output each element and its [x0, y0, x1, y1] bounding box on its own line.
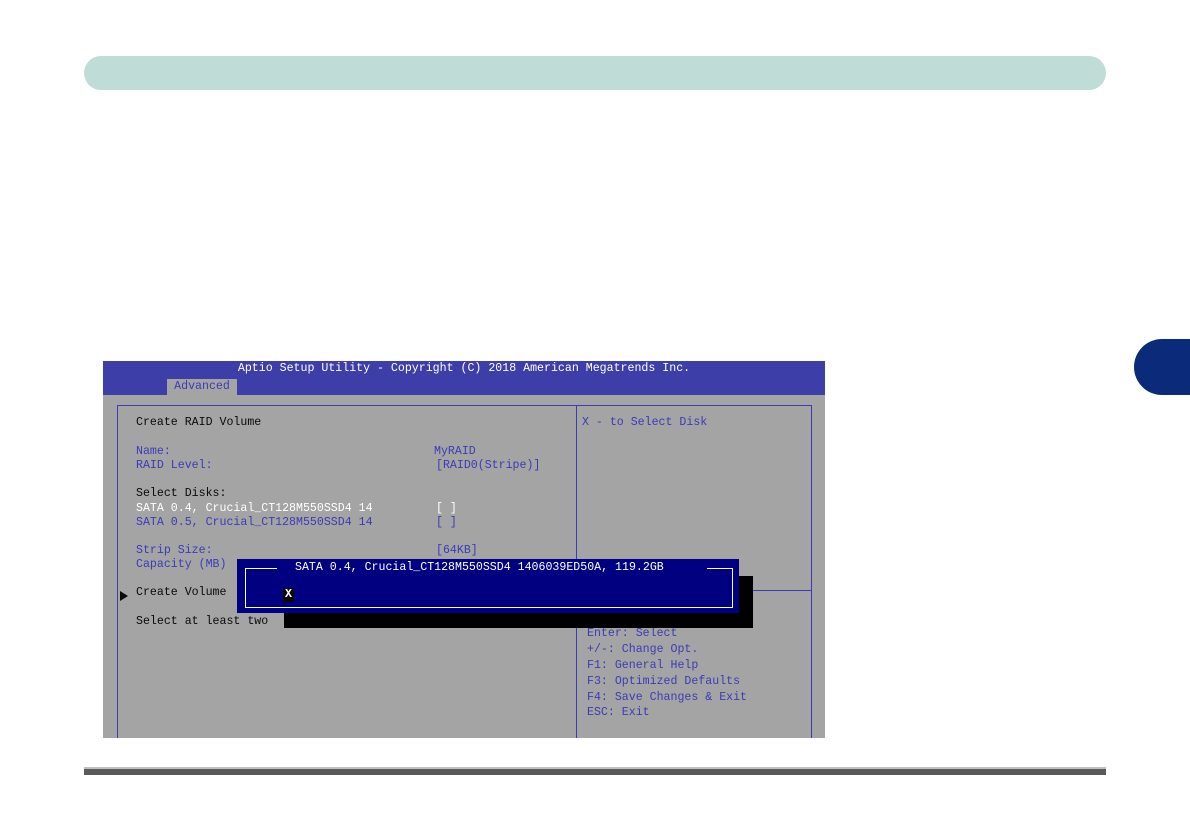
name-value[interactable]: MyRAID [434, 444, 476, 459]
create-volume-button[interactable]: Create Volume [136, 585, 226, 600]
bios-title: Aptio Setup Utility - Copyright (C) 2018… [237, 362, 691, 375]
tab-advanced[interactable]: Advanced [167, 379, 237, 395]
footer-rule [84, 767, 1106, 775]
disk-item-checkbox[interactable]: [ ] [436, 515, 457, 530]
key-help-item: F1: General Help [587, 659, 699, 672]
disk-select-popup[interactable]: SATA 0.4, Crucial_CT128M550SSD4 1406039E… [237, 559, 739, 613]
key-help-item: Enter: Select [587, 627, 678, 640]
strip-size-label: Strip Size: [136, 544, 213, 557]
key-help-item: +/-: Change Opt. [587, 643, 699, 656]
status-text: Select at least two [136, 615, 269, 628]
page-header-bar [84, 56, 1106, 90]
chapter-tab [1134, 339, 1190, 395]
popup-frame-top-left [245, 568, 277, 569]
raid-level-value[interactable]: [RAID0(Stripe)] [436, 458, 540, 473]
key-help-item: ESC: Exit [587, 706, 650, 719]
name-label: Name: [136, 445, 171, 458]
disk-item-checkbox[interactable]: [ ] [436, 501, 457, 516]
bios-title-bar: Aptio Setup Utility - Copyright (C) 2018… [103, 361, 825, 395]
screen-title: Create RAID Volume [136, 416, 262, 429]
selection-arrow-icon [120, 591, 128, 601]
raid-level-label: RAID Level: [136, 459, 213, 472]
popup-title: SATA 0.4, Crucial_CT128M550SSD4 1406039E… [295, 561, 664, 574]
popup-option-selected[interactable]: X [283, 588, 294, 602]
select-disks-label: Select Disks: [136, 487, 227, 500]
capacity-label: Capacity (MB) [136, 558, 227, 571]
key-help-item: F3: Optimized Defaults [587, 675, 741, 688]
disk-item-label[interactable]: SATA 0.4, Crucial_CT128M550SSD4 14 [136, 501, 373, 516]
strip-size-value[interactable]: [64KB] [436, 543, 478, 558]
help-text: X - to Select Disk [582, 416, 708, 429]
bios-setup-screen: Aptio Setup Utility - Copyright (C) 2018… [103, 361, 825, 738]
popup-frame-top-right [707, 568, 733, 569]
key-help-item: F4: Save Changes & Exit [587, 691, 748, 704]
disk-item-label[interactable]: SATA 0.5, Crucial_CT128M550SSD4 14 [136, 515, 373, 530]
